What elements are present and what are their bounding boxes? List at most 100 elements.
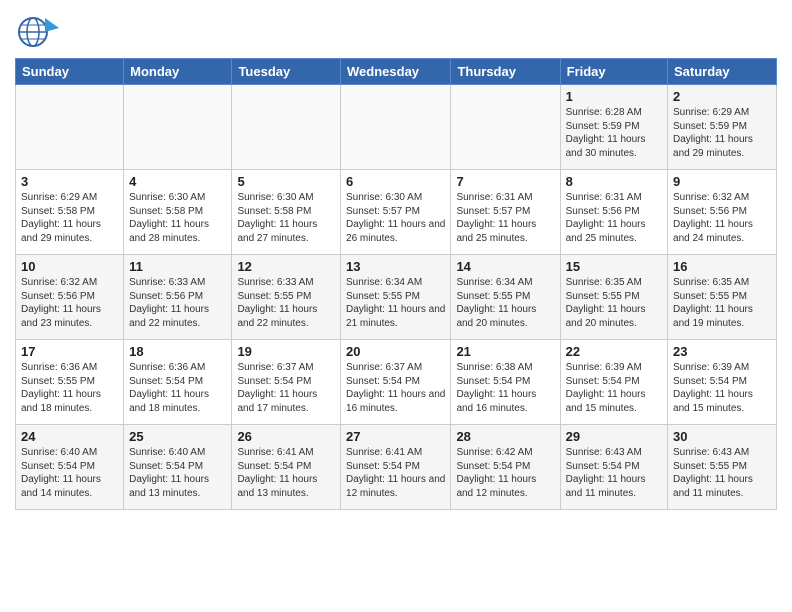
- day-info: Sunrise: 6:28 AM Sunset: 5:59 PM Dayligh…: [566, 106, 662, 160]
- day-number: 4: [129, 174, 226, 189]
- calendar-day-cell: 8 Sunrise: 6:31 AM Sunset: 5:56 PM Daylig…: [560, 170, 667, 255]
- day-info: Sunrise: 6:36 AM Sunset: 5:55 PM Dayligh…: [21, 361, 118, 415]
- calendar-day-cell: 22 Sunrise: 6:39 AM Sunset: 5:54 PM Dayli…: [560, 340, 667, 425]
- day-number: 3: [21, 174, 118, 189]
- calendar-day-cell: 12 Sunrise: 6:33 AM Sunset: 5:55 PM Dayli…: [232, 255, 341, 340]
- calendar-day-cell: 10 Sunrise: 6:32 AM Sunset: 5:56 PM Dayli…: [16, 255, 124, 340]
- day-number: 12: [237, 259, 335, 274]
- logo-icon: [15, 14, 59, 50]
- day-info: Sunrise: 6:29 AM Sunset: 5:58 PM Dayligh…: [21, 191, 118, 245]
- day-number: 24: [21, 429, 118, 444]
- day-number: 7: [456, 174, 554, 189]
- weekday-header: Friday: [560, 59, 667, 85]
- day-info: Sunrise: 6:37 AM Sunset: 5:54 PM Dayligh…: [346, 361, 445, 415]
- day-number: 23: [673, 344, 771, 359]
- day-number: 9: [673, 174, 771, 189]
- calendar-day-cell: 11Sunrise: 6:33 AM Sunset: 5:56 PM Dayli…: [124, 255, 232, 340]
- weekday-header: Tuesday: [232, 59, 341, 85]
- calendar-week-row: 10 Sunrise: 6:32 AM Sunset: 5:56 PM Dayli…: [16, 255, 777, 340]
- weekday-header: Sunday: [16, 59, 124, 85]
- day-number: 19: [237, 344, 335, 359]
- day-number: 2: [673, 89, 771, 104]
- day-info: Sunrise: 6:35 AM Sunset: 5:55 PM Dayligh…: [673, 276, 771, 330]
- calendar-day-cell: [16, 85, 124, 170]
- day-number: 16: [673, 259, 771, 274]
- day-info: Sunrise: 6:37 AM Sunset: 5:54 PM Dayligh…: [237, 361, 335, 415]
- day-info: Sunrise: 6:33 AM Sunset: 5:55 PM Dayligh…: [237, 276, 335, 330]
- day-info: Sunrise: 6:40 AM Sunset: 5:54 PM Dayligh…: [129, 446, 226, 500]
- day-number: 25: [129, 429, 226, 444]
- weekday-header: Saturday: [668, 59, 777, 85]
- day-info: Sunrise: 6:31 AM Sunset: 5:57 PM Dayligh…: [456, 191, 554, 245]
- day-number: 27: [346, 429, 445, 444]
- day-number: 10: [21, 259, 118, 274]
- calendar-day-cell: 30 Sunrise: 6:43 AM Sunset: 5:55 PM Dayli…: [668, 425, 777, 510]
- calendar-day-cell: 28 Sunrise: 6:42 AM Sunset: 5:54 PM Dayli…: [451, 425, 560, 510]
- day-info: Sunrise: 6:34 AM Sunset: 5:55 PM Dayligh…: [456, 276, 554, 330]
- day-number: 15: [566, 259, 662, 274]
- calendar-week-row: 1 Sunrise: 6:28 AM Sunset: 5:59 PM Daylig…: [16, 85, 777, 170]
- day-number: 28: [456, 429, 554, 444]
- day-info: Sunrise: 6:34 AM Sunset: 5:55 PM Dayligh…: [346, 276, 445, 330]
- day-info: Sunrise: 6:32 AM Sunset: 5:56 PM Dayligh…: [21, 276, 118, 330]
- day-info: Sunrise: 6:42 AM Sunset: 5:54 PM Dayligh…: [456, 446, 554, 500]
- calendar-day-cell: 18 Sunrise: 6:36 AM Sunset: 5:54 PM Dayli…: [124, 340, 232, 425]
- calendar-day-cell: 23 Sunrise: 6:39 AM Sunset: 5:54 PM Dayli…: [668, 340, 777, 425]
- calendar-day-cell: 7 Sunrise: 6:31 AM Sunset: 5:57 PM Daylig…: [451, 170, 560, 255]
- day-number: 26: [237, 429, 335, 444]
- calendar-day-cell: 16 Sunrise: 6:35 AM Sunset: 5:55 PM Dayli…: [668, 255, 777, 340]
- calendar-day-cell: 25 Sunrise: 6:40 AM Sunset: 5:54 PM Dayli…: [124, 425, 232, 510]
- calendar-day-cell: 6Sunrise: 6:30 AM Sunset: 5:57 PM Daylig…: [341, 170, 451, 255]
- day-info: Sunrise: 6:43 AM Sunset: 5:55 PM Dayligh…: [673, 446, 771, 500]
- day-number: 21: [456, 344, 554, 359]
- calendar-day-cell: 26 Sunrise: 6:41 AM Sunset: 5:54 PM Dayli…: [232, 425, 341, 510]
- calendar-day-cell: 14 Sunrise: 6:34 AM Sunset: 5:55 PM Dayli…: [451, 255, 560, 340]
- day-info: Sunrise: 6:41 AM Sunset: 5:54 PM Dayligh…: [346, 446, 445, 500]
- calendar-day-cell: 3 Sunrise: 6:29 AM Sunset: 5:58 PM Daylig…: [16, 170, 124, 255]
- weekday-header: Wednesday: [341, 59, 451, 85]
- day-info: Sunrise: 6:32 AM Sunset: 5:56 PM Dayligh…: [673, 191, 771, 245]
- day-number: 29: [566, 429, 662, 444]
- calendar-header-row: SundayMondayTuesdayWednesdayThursdayFrid…: [16, 59, 777, 85]
- calendar-day-cell: 5Sunrise: 6:30 AM Sunset: 5:58 PM Daylig…: [232, 170, 341, 255]
- weekday-header: Monday: [124, 59, 232, 85]
- day-number: 1: [566, 89, 662, 104]
- day-info: Sunrise: 6:41 AM Sunset: 5:54 PM Dayligh…: [237, 446, 335, 500]
- calendar-day-cell: 13 Sunrise: 6:34 AM Sunset: 5:55 PM Dayli…: [341, 255, 451, 340]
- day-number: 18: [129, 344, 226, 359]
- day-number: 8: [566, 174, 662, 189]
- day-info: Sunrise: 6:39 AM Sunset: 5:54 PM Dayligh…: [673, 361, 771, 415]
- calendar-day-cell: 17 Sunrise: 6:36 AM Sunset: 5:55 PM Dayli…: [16, 340, 124, 425]
- calendar-day-cell: 4 Sunrise: 6:30 AM Sunset: 5:58 PM Daylig…: [124, 170, 232, 255]
- day-info: Sunrise: 6:38 AM Sunset: 5:54 PM Dayligh…: [456, 361, 554, 415]
- day-info: Sunrise: 6:43 AM Sunset: 5:54 PM Dayligh…: [566, 446, 662, 500]
- day-info: Sunrise: 6:31 AM Sunset: 5:56 PM Dayligh…: [566, 191, 662, 245]
- calendar-day-cell: 15 Sunrise: 6:35 AM Sunset: 5:55 PM Dayli…: [560, 255, 667, 340]
- calendar-day-cell: 1 Sunrise: 6:28 AM Sunset: 5:59 PM Daylig…: [560, 85, 667, 170]
- calendar-day-cell: 21 Sunrise: 6:38 AM Sunset: 5:54 PM Dayli…: [451, 340, 560, 425]
- day-number: 22: [566, 344, 662, 359]
- calendar-day-cell: 19 Sunrise: 6:37 AM Sunset: 5:54 PM Dayli…: [232, 340, 341, 425]
- calendar-week-row: 24 Sunrise: 6:40 AM Sunset: 5:54 PM Dayli…: [16, 425, 777, 510]
- day-info: Sunrise: 6:40 AM Sunset: 5:54 PM Dayligh…: [21, 446, 118, 500]
- day-number: 13: [346, 259, 445, 274]
- weekday-header: Thursday: [451, 59, 560, 85]
- calendar-day-cell: 20 Sunrise: 6:37 AM Sunset: 5:54 PM Dayli…: [341, 340, 451, 425]
- day-number: 17: [21, 344, 118, 359]
- day-number: 20: [346, 344, 445, 359]
- day-info: Sunrise: 6:30 AM Sunset: 5:58 PM Dayligh…: [129, 191, 226, 245]
- calendar-day-cell: 9 Sunrise: 6:32 AM Sunset: 5:56 PM Daylig…: [668, 170, 777, 255]
- day-info: Sunrise: 6:39 AM Sunset: 5:54 PM Dayligh…: [566, 361, 662, 415]
- logo: [15, 14, 65, 50]
- calendar-day-cell: 24 Sunrise: 6:40 AM Sunset: 5:54 PM Dayli…: [16, 425, 124, 510]
- day-info: Sunrise: 6:36 AM Sunset: 5:54 PM Dayligh…: [129, 361, 226, 415]
- day-number: 11: [129, 259, 226, 274]
- calendar-day-cell: 27 Sunrise: 6:41 AM Sunset: 5:54 PM Dayli…: [341, 425, 451, 510]
- day-number: 30: [673, 429, 771, 444]
- calendar-day-cell: [451, 85, 560, 170]
- calendar-day-cell: [124, 85, 232, 170]
- day-info: Sunrise: 6:35 AM Sunset: 5:55 PM Dayligh…: [566, 276, 662, 330]
- page-header: [15, 10, 777, 50]
- day-number: 14: [456, 259, 554, 274]
- calendar-day-cell: 29 Sunrise: 6:43 AM Sunset: 5:54 PM Dayli…: [560, 425, 667, 510]
